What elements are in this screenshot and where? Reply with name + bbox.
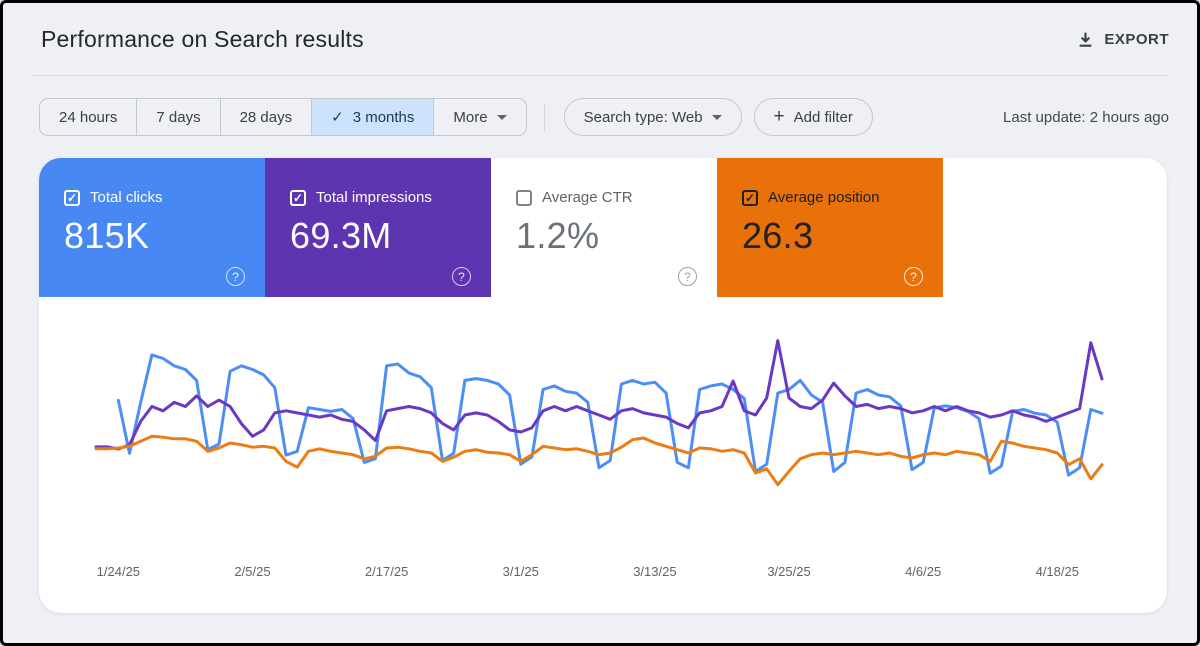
x-axis-label: 2/17/25 [365, 564, 408, 579]
date-range-label: 7 days [156, 109, 200, 126]
metric-tile-average-position[interactable]: ✓ Average position 26.3 ? [717, 158, 943, 297]
metric-label: Average CTR [542, 189, 633, 206]
search-type-dropdown[interactable]: Search type: Web [564, 98, 742, 136]
help-icon[interactable]: ? [678, 267, 697, 286]
metric-tile-total-impressions[interactable]: ✓ Total impressions 69.3M ? [265, 158, 491, 297]
checkbox-checked-icon[interactable]: ✓ [64, 190, 80, 206]
metric-tile-header: ✓ Total impressions [290, 189, 491, 206]
last-update-text: Last update: 2 hours ago [1003, 109, 1169, 126]
metric-value: 1.2% [516, 215, 717, 257]
help-icon[interactable]: ? [904, 267, 923, 286]
line-series-total-impressions [96, 341, 1102, 449]
date-range-24-hours[interactable]: 24 hours [40, 99, 136, 135]
chevron-down-icon [497, 115, 507, 120]
x-axis-label: 3/13/25 [633, 564, 676, 579]
date-range-7-days[interactable]: 7 days [136, 99, 219, 135]
date-range-3-months-selected[interactable]: ✓ 3 months [311, 99, 433, 135]
metric-value: 815K [64, 215, 265, 257]
export-label: EXPORT [1104, 31, 1169, 48]
date-range-label: 28 days [240, 109, 293, 126]
check-icon: ✓ [331, 108, 344, 126]
performance-card: ✓ Total clicks 815K ? ✓ Total impression… [39, 158, 1167, 613]
x-axis-label: 4/6/25 [905, 564, 941, 579]
search-type-label: Search type: Web [584, 109, 703, 126]
date-range-group: 24 hours 7 days 28 days ✓ 3 months More [39, 98, 527, 136]
performance-time-series-chart[interactable]: 1/24/25 2/5/25 2/17/25 3/1/25 3/13/25 3/25/25… [39, 297, 1167, 613]
chart-canvas[interactable] [39, 297, 1167, 613]
tile-spacer [943, 158, 1167, 297]
metric-label: Average position [768, 189, 879, 206]
metric-tile-header: Average CTR [516, 189, 717, 206]
add-filter-button[interactable]: + Add filter [754, 98, 873, 136]
add-filter-label: Add filter [794, 109, 853, 126]
export-button[interactable]: EXPORT [1077, 31, 1169, 48]
metric-value: 26.3 [742, 215, 943, 257]
metric-tile-header: ✓ Average position [742, 189, 943, 206]
header-divider [31, 75, 1169, 76]
date-range-label: 24 hours [59, 109, 117, 126]
metric-value: 69.3M [290, 215, 491, 257]
more-label: More [453, 109, 487, 126]
date-range-label: 3 months [353, 109, 415, 126]
x-axis-label: 3/1/25 [503, 564, 539, 579]
checkbox-checked-icon[interactable]: ✓ [742, 190, 758, 206]
line-series-total-clicks [118, 355, 1102, 475]
metric-label: Total impressions [316, 189, 432, 206]
x-axis-label: 2/5/25 [234, 564, 270, 579]
checkbox-unchecked-icon[interactable] [516, 190, 532, 206]
metric-tile-average-ctr[interactable]: Average CTR 1.2% ? [491, 158, 717, 297]
x-axis-label: 4/18/25 [1036, 564, 1079, 579]
vertical-divider [544, 103, 545, 131]
x-axis-label: 1/24/25 [97, 564, 140, 579]
metric-tile-header: ✓ Total clicks [64, 189, 265, 206]
help-icon[interactable]: ? [226, 267, 245, 286]
metric-tiles: ✓ Total clicks 815K ? ✓ Total impression… [39, 158, 1167, 297]
help-icon[interactable]: ? [452, 267, 471, 286]
search-console-performance-window: Performance on Search results EXPORT 24 … [0, 0, 1200, 646]
checkbox-checked-icon[interactable]: ✓ [290, 190, 306, 206]
metric-label: Total clicks [90, 189, 163, 206]
chevron-down-icon [712, 115, 722, 120]
header: Performance on Search results EXPORT [3, 3, 1197, 75]
download-icon [1077, 31, 1094, 48]
plus-icon: + [774, 107, 785, 126]
filter-bar: 24 hours 7 days 28 days ✓ 3 months More … [39, 98, 1169, 136]
page-title: Performance on Search results [41, 26, 364, 53]
date-range-28-days[interactable]: 28 days [220, 99, 312, 135]
more-dropdown-button[interactable]: More [433, 99, 525, 135]
x-axis-label: 3/25/25 [767, 564, 810, 579]
metric-tile-total-clicks[interactable]: ✓ Total clicks 815K ? [39, 158, 265, 297]
